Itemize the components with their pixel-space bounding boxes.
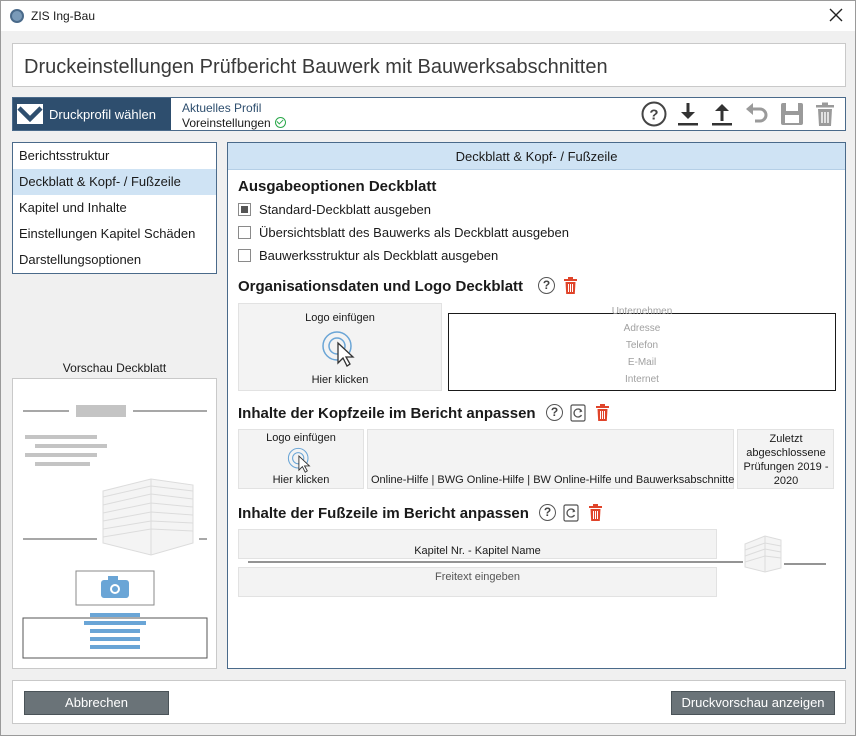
current-profile-name: Voreinstellungen xyxy=(182,116,271,130)
download-icon[interactable] xyxy=(674,100,702,128)
nav-item-display-options[interactable]: Darstellungsoptionen xyxy=(13,247,216,273)
option-overview-cover-label: Übersichtsblatt des Bauwerks als Deckbla… xyxy=(259,225,569,240)
nav-item-damage-settings[interactable]: Einstellungen Kapitel Schäden xyxy=(13,221,216,247)
page-title: Druckeinstellungen Prüfbericht Bauwerk m… xyxy=(24,56,608,78)
cancel-button[interactable]: Abbrechen xyxy=(24,691,169,715)
title-bar: ZIS Ing-Bau xyxy=(1,1,855,31)
select-profile-button[interactable]: Druckprofil wählen xyxy=(13,98,171,130)
click-cursor-icon xyxy=(322,331,355,367)
org-field-phone[interactable]: Telefon xyxy=(449,340,835,351)
org-logo-dropzone[interactable]: Logo einfügen Hier klicken xyxy=(238,303,442,391)
main-panel: Deckblatt & Kopf- / Fußzeile Ausgabeopti… xyxy=(227,142,846,669)
nav-item-chapters-contents[interactable]: Kapitel und Inhalte xyxy=(13,195,216,221)
select-profile-label: Druckprofil wählen xyxy=(49,107,156,122)
checkbox-structure-cover[interactable] xyxy=(238,249,251,262)
preview-label: Vorschau Deckblatt xyxy=(62,361,167,375)
footer-section-title: Inhalte der Fußzeile im Bericht anpassen xyxy=(238,505,529,522)
print-preview-button[interactable]: Druckvorschau anzeigen xyxy=(671,691,835,715)
header-panel: Druckeinstellungen Prüfbericht Bauwerk m… xyxy=(12,43,846,87)
header-logo-click-label: Hier klicken xyxy=(272,474,330,486)
org-field-company[interactable]: Unternehmen xyxy=(449,306,835,317)
org-trash-icon[interactable] xyxy=(563,277,578,294)
header-refresh-icon[interactable] xyxy=(570,404,586,422)
cover-preview xyxy=(12,378,217,669)
section-list: Berichtsstruktur Deckblatt & Kopf- / Fuß… xyxy=(12,142,217,274)
org-logo-insert-label: Logo einfügen xyxy=(305,312,375,324)
window-title: ZIS Ing-Bau xyxy=(31,9,96,23)
dialog-window: ZIS Ing-Bau Druckeinstellungen Prüfberic… xyxy=(0,0,856,736)
nav-item-report-structure[interactable]: Berichtsstruktur xyxy=(13,143,216,169)
org-logo-click-label: Hier klicken xyxy=(311,374,369,386)
header-logo-insert-label: Logo einfügen xyxy=(266,432,336,444)
nav-item-cover-header-footer[interactable]: Deckblatt & Kopf- / Fußzeile xyxy=(13,169,216,195)
org-help-icon[interactable]: ? xyxy=(538,277,555,294)
cover-preview-graphic xyxy=(22,405,208,659)
option-standard-cover-label: Standard-Deckblatt ausgeben xyxy=(259,202,432,217)
tab-cover-header-footer: Deckblatt & Kopf- / Fußzeile xyxy=(228,143,845,170)
chevron-down-icon xyxy=(17,104,43,124)
cover-options-title: Ausgabeoptionen Deckblatt xyxy=(238,178,437,195)
header-help-icon[interactable]: ? xyxy=(546,404,563,421)
header-right-text: Zuletzt abgeschlossene Prüfungen 2019 - … xyxy=(743,433,829,487)
app-icon xyxy=(10,9,24,23)
checkbox-standard-cover[interactable] xyxy=(238,203,251,216)
upload-icon[interactable] xyxy=(708,100,736,128)
profile-bar: Druckprofil wählen Aktuelles Profil Vore… xyxy=(12,97,846,131)
current-profile-label: Aktuelles Profil xyxy=(182,101,262,115)
check-circle-icon xyxy=(274,117,286,128)
header-right-field[interactable]: Zuletzt abgeschlossene Prüfungen 2019 - … xyxy=(737,429,834,489)
checkbox-overview-cover[interactable] xyxy=(238,226,251,239)
org-field-address[interactable]: Adresse xyxy=(449,323,835,334)
footer-trash-icon[interactable] xyxy=(588,504,603,521)
click-cursor-icon xyxy=(287,447,311,473)
footer-help-icon[interactable]: ? xyxy=(539,504,556,521)
org-title: Organisationsdaten und Logo Deckblatt xyxy=(238,278,524,295)
header-section-title: Inhalte der Kopfzeile im Bericht anpasse… xyxy=(238,405,536,422)
svg-text:?: ? xyxy=(649,107,658,124)
current-profile-value: Voreinstellungen xyxy=(182,116,286,130)
option-structure-cover-label: Bauwerksstruktur als Deckblatt ausgeben xyxy=(259,248,499,263)
org-field-internet[interactable]: Internet xyxy=(449,374,835,385)
save-icon[interactable] xyxy=(778,100,806,128)
header-trash-icon[interactable] xyxy=(595,404,610,421)
org-field-email[interactable]: E-Mail xyxy=(449,357,835,368)
undo-icon[interactable] xyxy=(743,100,771,128)
footer-refresh-icon[interactable] xyxy=(563,504,579,522)
org-data-fields: Unternehmen Adresse Telefon E-Mail Inter… xyxy=(448,306,836,391)
close-icon[interactable] xyxy=(825,4,847,26)
trash-icon[interactable] xyxy=(811,100,839,128)
dialog-footer: Abbrechen Druckvorschau anzeigen xyxy=(12,680,846,724)
header-middle-text: Online-Hilfe | BWG Online-Hilfe | BW Onl… xyxy=(371,474,735,486)
header-middle-field[interactable]: Online-Hilfe | BWG Online-Hilfe | BW Onl… xyxy=(367,429,734,489)
header-logo-dropzone[interactable]: Logo einfügen Hier klicken xyxy=(238,429,364,489)
footer-freetext-placeholder: Freitext eingeben xyxy=(435,571,520,583)
footer-freetext-input[interactable]: Freitext eingeben xyxy=(238,567,717,597)
help-icon[interactable]: ? xyxy=(640,100,668,128)
